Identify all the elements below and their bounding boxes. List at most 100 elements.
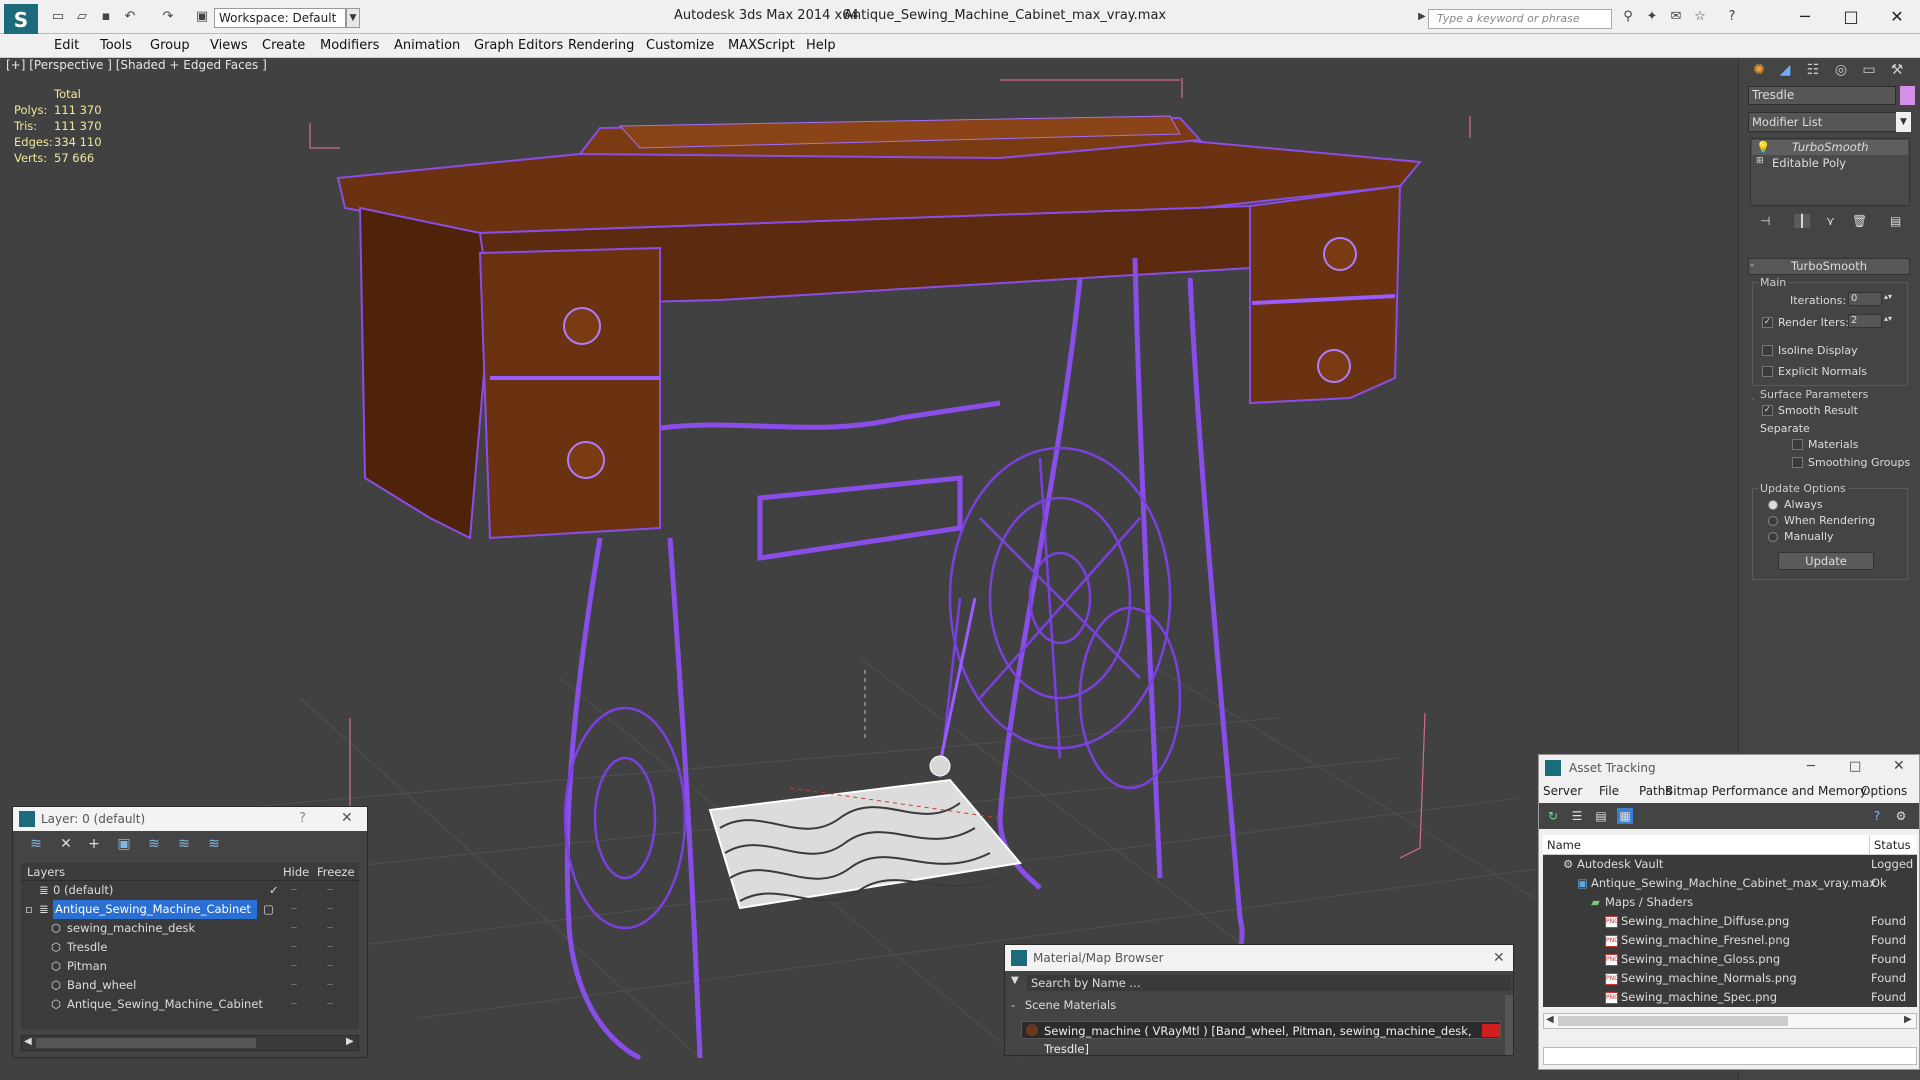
menu-tools[interactable]: Tools xyxy=(100,38,132,53)
iterations-spinner[interactable]: 0 xyxy=(1848,292,1882,306)
collapse-minus-icon[interactable]: - xyxy=(1011,998,1015,1012)
asset-tracking-title[interactable]: Asset Tracking xyxy=(1539,755,1919,781)
render-iters-spinner[interactable]: 2 xyxy=(1848,314,1882,328)
smoothing-groups-checkbox[interactable] xyxy=(1792,457,1803,468)
object-color-swatch[interactable] xyxy=(1900,86,1915,105)
freeze-toggle[interactable]: ┄ xyxy=(327,881,333,900)
hide-toggle[interactable]: ┄ xyxy=(291,995,297,1014)
asset-row[interactable]: PNG Sewing_machine_Spec.png Found xyxy=(1543,988,1917,1007)
hierarchy-tab-icon[interactable]: ☷ xyxy=(1802,60,1824,80)
layer-row[interactable]: ⬡ Band_wheel ┄ ┄ xyxy=(21,976,359,995)
material-search-input[interactable]: Search by Name ... xyxy=(1027,975,1511,991)
object-name-field[interactable]: Tresdle xyxy=(1748,86,1896,105)
maximize-button[interactable]: □ xyxy=(1828,4,1874,30)
scroll-right-icon[interactable]: ▶ xyxy=(1904,1014,1912,1025)
remove-modifier-icon[interactable]: 🗑 xyxy=(1852,214,1867,228)
scroll-right-icon[interactable]: ▶ xyxy=(346,1036,354,1047)
menu-create[interactable]: Create xyxy=(262,38,305,53)
rollout-collapse-icon[interactable]: - xyxy=(1750,258,1754,271)
create-tab-icon[interactable]: ✺ xyxy=(1748,60,1770,80)
menu-maxscript[interactable]: MAXScript xyxy=(728,38,795,53)
scroll-left-icon[interactable]: ◀ xyxy=(24,1036,32,1047)
show-end-result-icon[interactable]: ┃ xyxy=(1794,214,1810,228)
layer-row[interactable]: ▫ ≣ Antique_Sewing_Machine_Cabinet ▢ ┄ ┄ xyxy=(21,900,359,919)
communication-icon[interactable]: ✉ xyxy=(1668,9,1684,25)
help-icon[interactable]: ? xyxy=(1724,9,1740,25)
layer-row[interactable]: ⬡ Antique_Sewing_Machine_Cabinet ┄ ┄ xyxy=(21,995,359,1014)
spinner-arrows-icon[interactable]: ▴▾ xyxy=(1884,292,1892,301)
scene-materials-section[interactable]: - Scene Materials xyxy=(1011,997,1503,1013)
configure-sets-icon[interactable]: ▤ xyxy=(1890,214,1901,228)
col-name[interactable]: Name xyxy=(1547,835,1581,855)
freeze-toggle[interactable]: ┄ xyxy=(327,976,333,995)
menu-group[interactable]: Group xyxy=(150,38,190,53)
col-freeze[interactable]: Freeze xyxy=(317,863,355,881)
save-file-icon[interactable]: ▪ xyxy=(98,9,114,25)
help-icon[interactable]: ? xyxy=(1869,808,1885,824)
isoline-checkbox[interactable] xyxy=(1762,345,1773,356)
always-radio[interactable] xyxy=(1768,500,1778,510)
scrollbar-thumb[interactable] xyxy=(36,1038,256,1048)
expand-plus-icon[interactable]: ⊞ xyxy=(1756,156,1764,166)
hide-toggle[interactable]: ┄ xyxy=(291,976,297,995)
asset-menu-server[interactable]: Server xyxy=(1543,781,1582,801)
current-layer-icon[interactable]: ▢ xyxy=(263,900,274,919)
add-to-layer-icon[interactable]: + xyxy=(85,836,103,852)
detail-view-icon[interactable]: ▤ xyxy=(1593,808,1609,824)
modifier-list-dropdown[interactable]: Modifier List xyxy=(1748,112,1908,132)
list-view-icon[interactable]: ☰ xyxy=(1569,808,1585,824)
help-icon[interactable]: ? xyxy=(299,811,306,826)
minimize-button[interactable]: ─ xyxy=(1807,759,1815,774)
menu-help[interactable]: Help xyxy=(806,38,836,53)
select-objects-icon[interactable]: ▣ xyxy=(115,836,133,852)
layer-row[interactable]: ≣ 0 (default) ✓ ┄ ┄ xyxy=(21,881,359,900)
redo-icon[interactable]: ↷ xyxy=(160,9,176,25)
minimize-button[interactable]: ─ xyxy=(1782,4,1828,30)
hide-toggle[interactable]: ┄ xyxy=(291,957,297,976)
stack-item-turbosmooth[interactable]: TurboSmooth xyxy=(1792,140,1869,154)
hide-toggle[interactable]: ┄ xyxy=(291,900,297,919)
layer-horizontal-scrollbar[interactable]: ◀ ▶ xyxy=(21,1035,359,1051)
scroll-left-icon[interactable]: ◀ xyxy=(1546,1014,1554,1025)
menu-rendering[interactable]: Rendering xyxy=(568,38,634,53)
new-file-icon[interactable]: ▭ xyxy=(50,9,66,25)
spinner-arrows-icon[interactable]: ▴▾ xyxy=(1884,314,1892,323)
modify-tab-icon[interactable]: ◢ xyxy=(1774,60,1796,80)
settings-icon[interactable]: ⚙ xyxy=(1893,808,1909,824)
turbosmooth-rollout-header[interactable]: TurboSmooth xyxy=(1748,258,1910,275)
workspace-select[interactable]: Workspace: Default xyxy=(214,8,346,28)
project-folder-icon[interactable]: ▣ xyxy=(194,9,210,25)
update-button[interactable]: Update xyxy=(1778,552,1874,570)
display-tab-icon[interactable]: ▭ xyxy=(1858,60,1880,80)
close-icon[interactable]: ✕ xyxy=(1493,950,1505,966)
menu-animation[interactable]: Animation xyxy=(394,38,460,53)
freeze-all-layers-icon[interactable]: ≋ xyxy=(205,836,223,852)
hide-toggle[interactable]: ┄ xyxy=(291,881,297,900)
create-layer-icon[interactable]: ≋ xyxy=(27,836,45,852)
chevron-down-icon[interactable]: ▼ xyxy=(1896,112,1911,132)
delete-layer-icon[interactable]: ✕ xyxy=(57,836,75,852)
motion-tab-icon[interactable]: ◎ xyxy=(1830,60,1852,80)
make-unique-icon[interactable]: ⋎ xyxy=(1826,214,1835,228)
table-view-icon[interactable]: ▦ xyxy=(1617,808,1633,824)
asset-row[interactable]: ▰ Maps / Shaders xyxy=(1543,893,1917,912)
workspace-dropdown-button[interactable]: ▼ xyxy=(346,8,360,28)
menu-modifiers[interactable]: Modifiers xyxy=(320,38,379,53)
col-status[interactable]: Status xyxy=(1869,835,1911,855)
subscription-icon[interactable]: ✦ xyxy=(1644,9,1660,25)
layer-row[interactable]: ⬡ sewing_machine_desk ┄ ┄ xyxy=(21,919,359,938)
asset-row[interactable]: PNG Sewing_machine_Normals.png Found xyxy=(1543,969,1917,988)
when-rendering-radio[interactable] xyxy=(1768,516,1778,526)
freeze-toggle[interactable]: ┄ xyxy=(327,995,333,1014)
binoculars-icon[interactable]: ⚲ xyxy=(1620,9,1636,25)
asset-menu-options[interactable]: Options xyxy=(1861,781,1907,801)
chevron-down-icon[interactable]: ▼ xyxy=(1011,975,1019,986)
viewport-label[interactable]: [+] [Perspective ] [Shaded + Edged Faces… xyxy=(6,58,267,72)
pin-stack-icon[interactable]: ⊣ xyxy=(1760,214,1770,228)
layer-row[interactable]: ⬡ Pitman ┄ ┄ xyxy=(21,957,359,976)
maximize-button[interactable]: □ xyxy=(1849,759,1861,774)
asset-menu-bitmap-performance[interactable]: Bitmap Performance and Memory xyxy=(1665,781,1867,801)
refresh-icon[interactable]: ↻ xyxy=(1545,808,1561,824)
asset-menu-file[interactable]: File xyxy=(1599,781,1619,801)
favorites-star-icon[interactable]: ☆ xyxy=(1692,9,1708,25)
